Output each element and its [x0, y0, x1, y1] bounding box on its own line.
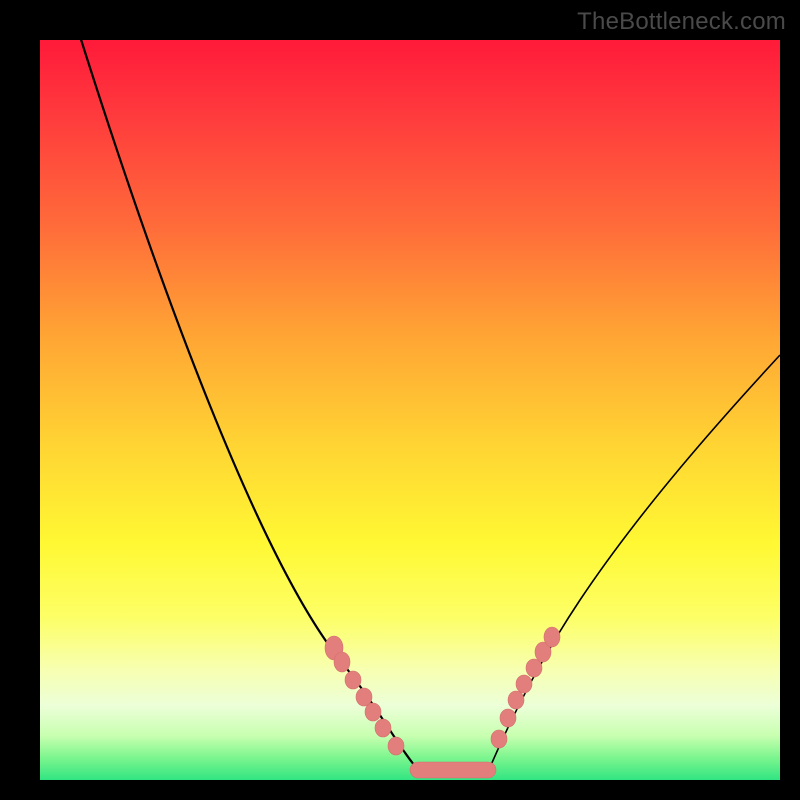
data-marker	[544, 627, 560, 647]
plot-area	[40, 40, 780, 780]
minimum-bar	[410, 762, 496, 778]
curve-layer	[40, 40, 780, 780]
data-marker	[526, 659, 542, 677]
curve-left-branch	[78, 30, 420, 772]
watermark-text: TheBottleneck.com	[577, 8, 786, 36]
chart-frame: TheBottleneck.com	[0, 0, 800, 800]
markers-group	[325, 627, 560, 755]
data-marker	[491, 730, 507, 748]
data-marker	[356, 688, 372, 706]
data-marker	[388, 737, 404, 755]
data-marker	[516, 675, 532, 693]
data-marker	[345, 671, 361, 689]
data-marker	[500, 709, 516, 727]
data-marker	[365, 703, 381, 721]
data-marker	[508, 691, 524, 709]
data-marker	[375, 719, 391, 737]
curve-right-branch	[488, 355, 780, 772]
data-marker	[334, 652, 350, 672]
